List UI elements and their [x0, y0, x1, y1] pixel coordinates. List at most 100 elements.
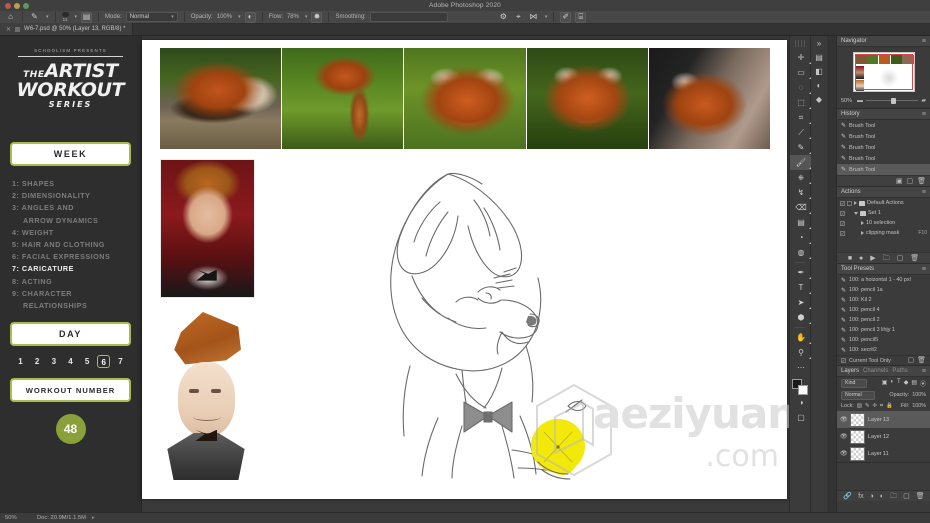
object-selection-tool[interactable]: ⬚: [790, 95, 812, 110]
pressure-size-icon[interactable]: ✐: [560, 11, 572, 23]
day-option-4[interactable]: 4: [64, 355, 77, 368]
brush-settings-icon[interactable]: ▤: [811, 50, 827, 64]
lasso-tool[interactable]: ◌: [790, 80, 812, 95]
day-option-7[interactable]: 7: [114, 355, 127, 368]
history-tab[interactable]: History: [841, 111, 860, 117]
day-button[interactable]: DAY: [10, 322, 131, 347]
panel-menu-icon[interactable]: ≡: [922, 189, 926, 196]
eye-icon[interactable]: 👁: [840, 416, 848, 423]
topic-item-5[interactable]: 5: HAIR AND CLOTHING: [12, 239, 131, 251]
lock-all-icon[interactable]: 🔒: [886, 403, 893, 409]
chevron-right-icon[interactable]: [861, 221, 864, 225]
action-checkbox[interactable]: ✓: [840, 220, 845, 226]
eyedropper-tool[interactable]: ⟋: [790, 125, 812, 140]
filter-type-icon[interactable]: T: [897, 379, 901, 388]
panel-menu-icon[interactable]: ≡: [922, 368, 926, 375]
layer-blend-mode-select[interactable]: Normal: [841, 390, 875, 400]
filter-pixel-icon[interactable]: ▣: [882, 379, 888, 388]
tool-preset-row[interactable]: ✎ 100: secrit2: [837, 345, 930, 355]
tool-preset-row[interactable]: ✎ 100: pencil 1a: [837, 285, 930, 295]
topic-item-7[interactable]: 7: CARICATURE: [12, 263, 131, 275]
zoom-tool[interactable]: ⚲: [790, 345, 812, 360]
new-snapshot-icon[interactable]: ▣: [896, 178, 903, 185]
background-color-swatch[interactable]: [798, 385, 808, 395]
topic-item-6[interactable]: 6: FACIAL EXPRESSIONS: [12, 251, 131, 263]
lock-position-icon[interactable]: ✛: [873, 403, 878, 409]
filter-adjustment-icon[interactable]: ◐: [890, 379, 894, 388]
day-option-6-selected[interactable]: 6: [97, 355, 111, 369]
flow-value[interactable]: 78%: [287, 14, 299, 20]
workout-number-button[interactable]: WORKOUT NUMBER: [10, 378, 131, 403]
move-tool[interactable]: ✛: [790, 50, 812, 65]
action-checkbox[interactable]: ✓: [840, 210, 845, 216]
mask-icon[interactable]: ◑: [870, 493, 874, 500]
fx-icon[interactable]: fx: [858, 493, 863, 500]
layer-filter-kind-select[interactable]: Kind: [841, 378, 867, 388]
gradient-tool[interactable]: ▤: [790, 215, 812, 230]
edit-toolbar-button[interactable]: ⋯: [790, 360, 812, 375]
chevron-down-icon[interactable]: [854, 211, 858, 215]
day-option-3[interactable]: 3: [47, 355, 60, 368]
spot-healing-brush-tool[interactable]: ✎: [790, 140, 812, 155]
layer-row[interactable]: 👁 Layer 11: [837, 445, 930, 462]
link-icon[interactable]: 🔗: [843, 493, 852, 500]
history-panel-header[interactable]: History ≡: [837, 109, 930, 120]
tool-preset-row[interactable]: ✎ 100: Kil 2: [837, 295, 930, 305]
layer-fill-value[interactable]: 100%: [912, 403, 926, 409]
history-entry[interactable]: ✎ Brush Tool: [837, 153, 930, 164]
path-selection-tool[interactable]: ➤: [790, 295, 812, 310]
layer-opacity-value[interactable]: 100%: [912, 392, 926, 398]
history-brush-tool[interactable]: ↯: [790, 185, 812, 200]
shape-tool[interactable]: ⬢: [790, 310, 812, 325]
action-checkbox[interactable]: ✓: [840, 230, 845, 236]
navigator-zoom-value[interactable]: 50%: [841, 98, 854, 104]
dodge-tool[interactable]: ◍: [790, 245, 812, 260]
navigator-tab[interactable]: Navigator: [841, 38, 867, 44]
pen-tool[interactable]: ✒: [790, 265, 812, 280]
home-icon[interactable]: ⌂: [5, 12, 16, 23]
new-layer-icon[interactable]: ▢: [903, 493, 910, 500]
lock-nesting-icon[interactable]: ⌗: [880, 403, 883, 410]
tablet-pressure-icon[interactable]: ⌸: [575, 11, 587, 23]
airbrush-icon[interactable]: ✹: [311, 11, 323, 23]
adjustment-icon[interactable]: ◐: [880, 493, 884, 500]
new-document-icon[interactable]: ▢: [906, 178, 913, 185]
navigator-panel-header[interactable]: Navigator ≡: [837, 36, 930, 47]
chevron-right-icon[interactable]: [861, 231, 864, 235]
eraser-tool[interactable]: ⌫: [790, 200, 812, 215]
action-dialog-toggle[interactable]: [847, 200, 852, 206]
panel-menu-icon[interactable]: ≡: [922, 38, 926, 45]
delete-icon[interactable]: 🗑: [910, 255, 919, 262]
collapse-panel-icon[interactable]: »: [811, 36, 827, 50]
navigator-zoom-slider[interactable]: [866, 97, 919, 104]
tool-preset-row[interactable]: ✎ 100: a hoizontal 1 - 40 pxl: [837, 275, 930, 285]
actions-tab[interactable]: Actions: [841, 189, 861, 195]
chevron-down-icon[interactable]: ▾: [545, 14, 548, 20]
panel-menu-icon[interactable]: ≡: [922, 266, 926, 273]
week-button[interactable]: WEEK: [10, 142, 131, 166]
document-tab[interactable]: ✕ W6-7.psd @ 50% (Layer 13, RGB/8) *: [0, 23, 133, 35]
adjustments-panel-icon[interactable]: ◐: [811, 78, 827, 92]
tool-presets-panel-header[interactable]: Tool Presets ≡: [837, 264, 930, 275]
tool-preset-row[interactable]: ✎ 100: pencil 3 lihjy 1: [837, 325, 930, 335]
lock-image-icon[interactable]: ✎: [865, 403, 870, 409]
hand-tool[interactable]: ✋: [790, 330, 812, 345]
panel-grip[interactable]: [795, 40, 805, 47]
chevron-down-icon[interactable]: ▾: [75, 14, 78, 20]
topic-item-1[interactable]: 1: SHAPES: [12, 178, 131, 190]
day-option-1[interactable]: 1: [14, 355, 27, 368]
document-page[interactable]: aeziyuan .com: [142, 40, 797, 499]
color-swatches[interactable]: [792, 379, 808, 395]
history-entry[interactable]: ✎ Brush Tool: [837, 120, 930, 131]
actions-panel-header[interactable]: Actions ≡: [837, 187, 930, 198]
delete-icon[interactable]: 🗑: [917, 357, 926, 364]
zoom-in-icon[interactable]: ▰: [921, 97, 926, 104]
screen-mode-icon[interactable]: ▢: [790, 410, 812, 425]
tab-channels[interactable]: Channels: [863, 368, 888, 374]
stop-icon[interactable]: ■: [848, 255, 852, 262]
chevron-down-icon[interactable]: ▾: [46, 14, 49, 20]
brush-panel-icon[interactable]: ▤: [81, 11, 93, 23]
zoom-out-icon[interactable]: ▬: [857, 98, 863, 104]
current-tool-only-row[interactable]: ✓ Current Tool Only ▢ 🗑: [837, 355, 930, 365]
canvas-area[interactable]: aeziyuan .com: [142, 36, 797, 512]
